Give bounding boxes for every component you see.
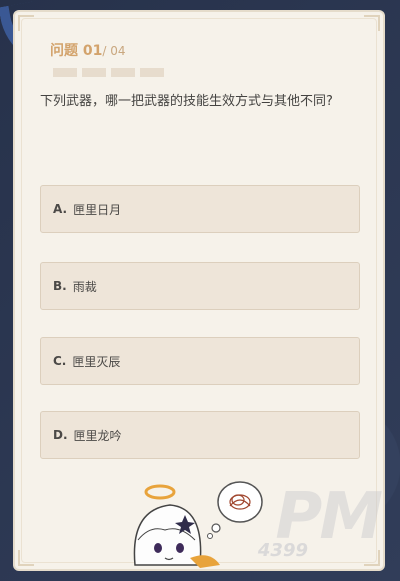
progress-bar: [53, 68, 164, 77]
option-text: 匣里龙吟: [73, 428, 122, 443]
question-label: 问题: [50, 43, 78, 59]
option-letter: A.: [53, 202, 68, 216]
option-letter: B.: [53, 279, 67, 293]
progress-segment: [82, 68, 106, 77]
option-letter: D.: [53, 428, 68, 442]
corner-ornament: [18, 15, 34, 31]
option-text: 匣里日月: [73, 202, 122, 217]
progress-segment: [53, 68, 77, 77]
progress-segment: [111, 68, 135, 77]
question-current: 01: [82, 43, 103, 59]
option-text: 匣里灭辰: [72, 354, 121, 369]
option-d-button[interactable]: D. 匣里龙吟: [40, 411, 360, 459]
corner-ornament: [364, 15, 380, 31]
option-c-button[interactable]: C. 匣里灭辰: [40, 337, 360, 385]
option-a-button[interactable]: A. 匣里日月: [40, 185, 360, 233]
question-text: 下列武器，哪一把武器的技能生效方式与其他不同?: [40, 94, 333, 109]
question-counter: 问题 01/ 04: [50, 40, 126, 60]
progress-segment: [140, 68, 164, 77]
watermark-number: 4399: [257, 540, 308, 561]
corner-ornament: [18, 550, 34, 566]
option-b-button[interactable]: B. 雨裁: [40, 262, 360, 310]
question-total: / 04: [102, 44, 126, 58]
option-letter: C.: [53, 354, 67, 368]
option-text: 雨裁: [72, 279, 97, 294]
